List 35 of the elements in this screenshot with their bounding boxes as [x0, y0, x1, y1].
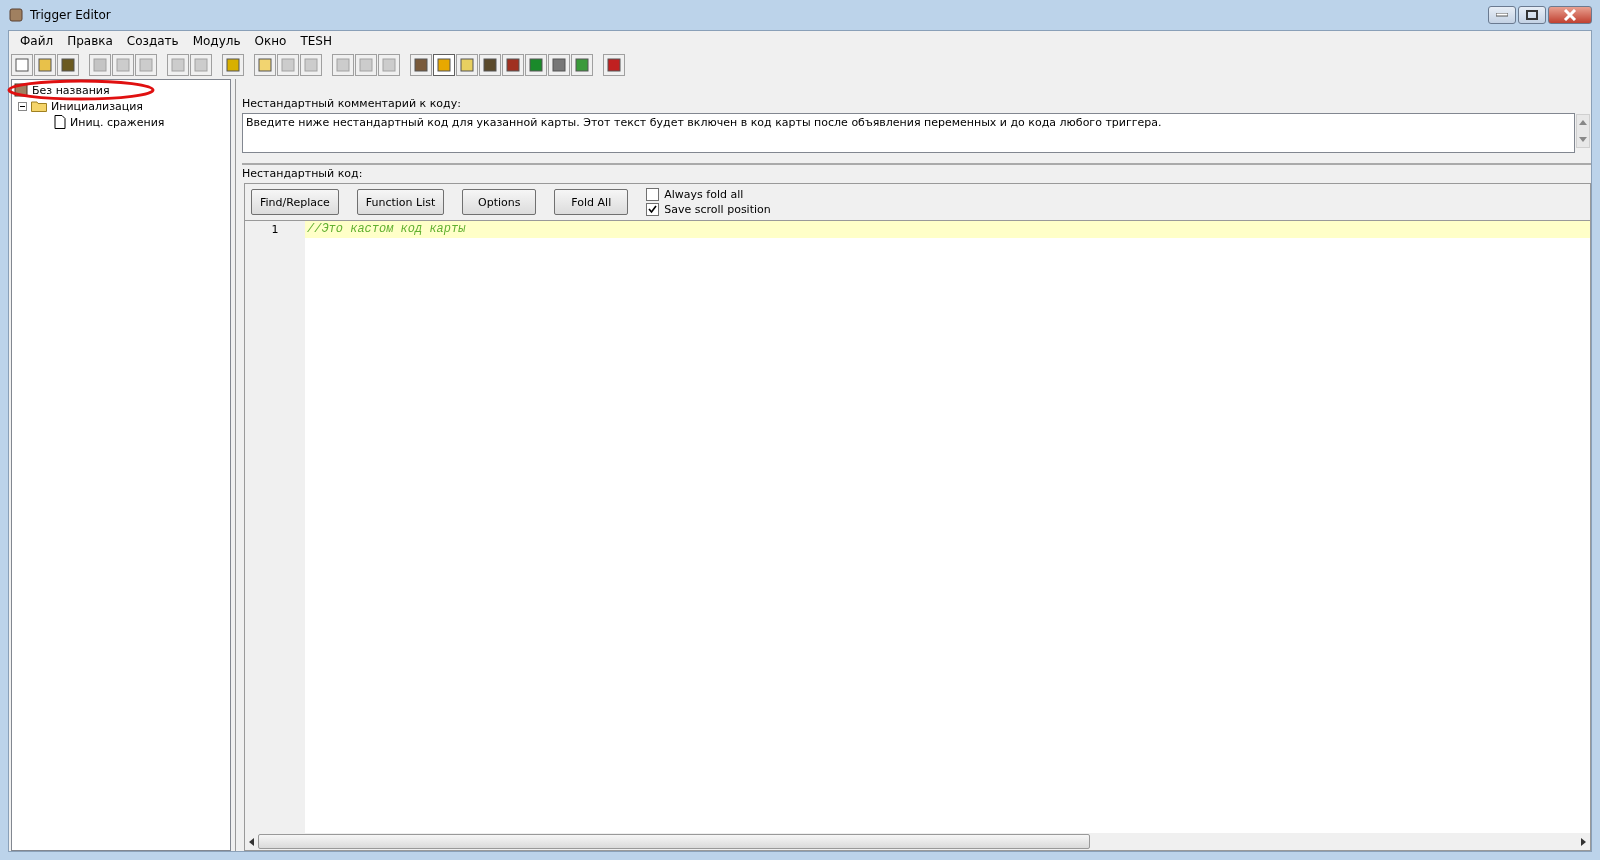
collapse-icon[interactable]: [18, 101, 27, 111]
checkbox[interactable]: [646, 188, 660, 201]
scrollbar-thumb[interactable]: [258, 834, 1090, 849]
checkbox-label: Always fold all: [664, 188, 744, 201]
tree-item[interactable]: Инициализация: [51, 99, 143, 113]
close-button[interactable]: [1548, 6, 1592, 24]
code-label: Нестандартный код:: [242, 163, 1591, 183]
checkbox-label: Save scroll position: [664, 203, 771, 216]
close-icon: [1563, 9, 1577, 21]
comment-label: Нестандартный комментарий к коду:: [242, 97, 462, 112]
scrollbar[interactable]: [1576, 114, 1590, 148]
tree-item[interactable]: Иниц. сражения: [70, 115, 165, 129]
maximize-icon: [1526, 10, 1538, 20]
menu-item[interactable]: Создать: [119, 34, 186, 48]
menu-item[interactable]: TESH: [293, 34, 339, 48]
up-arrow-icon[interactable]: [1579, 120, 1587, 125]
checkbox[interactable]: [646, 203, 660, 216]
code-comment: //Это кастом код карты: [307, 222, 466, 236]
toolbar-button[interactable]: Function List: [356, 189, 445, 215]
menu-item[interactable]: Модуль: [185, 34, 248, 48]
menu-item[interactable]: Окно: [247, 34, 294, 48]
minimize-button[interactable]: [1488, 6, 1516, 24]
line-number: 1: [270, 222, 280, 238]
toolbar-button[interactable]: Options: [462, 189, 537, 215]
window-title: Trigger Editor: [30, 8, 111, 22]
menu-item[interactable]: Правка: [60, 34, 120, 48]
toolbar-button[interactable]: Fold All: [554, 189, 629, 215]
down-arrow-icon[interactable]: [1579, 137, 1587, 142]
comment-text: Введите ниже нестандартный код для указанной карты. Этот текст будет включен в код карты после объявления переменных и до кода любого триггера.: [246, 116, 1162, 129]
menu-item[interactable]: Файл: [13, 34, 61, 48]
maximize-button[interactable]: [1518, 6, 1546, 24]
right-arrow-icon[interactable]: [1581, 837, 1586, 846]
minimize-icon: [1496, 13, 1508, 17]
toolbar-button[interactable]: Find/Replace: [251, 189, 339, 215]
left-arrow-icon[interactable]: [249, 837, 254, 846]
